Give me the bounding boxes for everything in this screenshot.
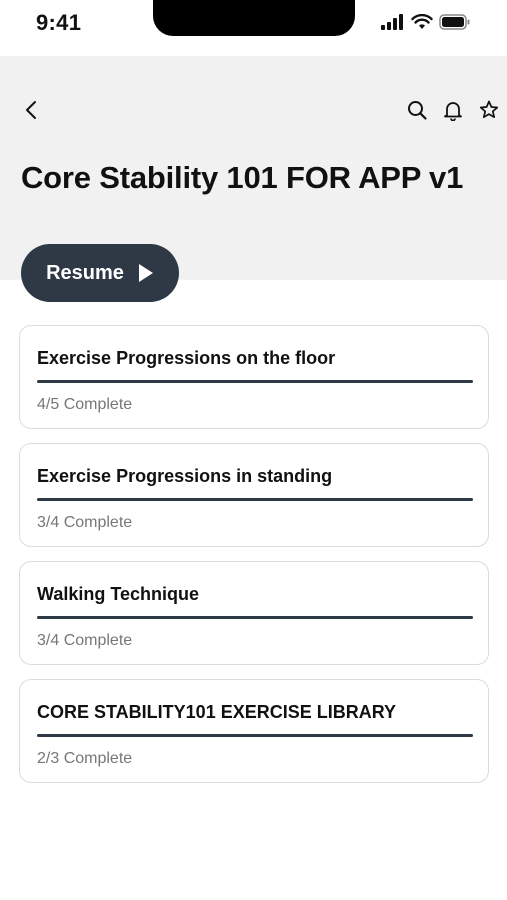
module-title: CORE STABILITY101 EXERCISE LIBRARY (37, 702, 397, 722)
wifi-icon (411, 14, 433, 30)
signal-icon (381, 14, 405, 30)
star-icon[interactable] (477, 98, 501, 122)
bell-icon[interactable] (441, 98, 465, 122)
module-status: 4/5 Complete (37, 396, 133, 413)
module-status: 3/4 Complete (37, 632, 133, 649)
module-list: Exercise Progressions on the floor 4/5 C… (19, 325, 489, 797)
play-icon (138, 263, 154, 283)
status-bar: 9:41 (0, 0, 507, 56)
module-progress-bar (37, 616, 473, 619)
screen: 9:41 Core Stability 101 FOR APP v1 Resum… (0, 0, 507, 900)
header-actions (405, 98, 501, 122)
battery-icon (439, 14, 471, 30)
page-title: Core Stability 101 FOR APP v1 (21, 160, 464, 195)
resume-button[interactable]: Resume (21, 244, 179, 302)
module-status: 2/3 Complete (37, 750, 133, 767)
notch (153, 0, 355, 36)
module-card[interactable]: Walking Technique 3/4 Complete (19, 561, 489, 665)
module-status: 3/4 Complete (37, 514, 133, 531)
module-title: Walking Technique (37, 584, 200, 604)
module-title: Exercise Progressions in standing (37, 466, 333, 486)
module-title: Exercise Progressions on the floor (37, 348, 336, 368)
module-progress-bar (37, 734, 473, 737)
module-progress-bar (37, 498, 473, 501)
status-icons (381, 14, 471, 30)
module-card[interactable]: CORE STABILITY101 EXERCISE LIBRARY 2/3 C… (19, 679, 489, 783)
chevron-left-icon[interactable] (20, 98, 44, 122)
status-time: 9:41 (36, 10, 82, 35)
resume-button-label: Resume (46, 261, 124, 284)
module-card[interactable]: Exercise Progressions on the floor 4/5 C… (19, 325, 489, 429)
module-card[interactable]: Exercise Progressions in standing 3/4 Co… (19, 443, 489, 547)
module-progress-bar (37, 380, 473, 383)
search-icon[interactable] (405, 98, 429, 122)
